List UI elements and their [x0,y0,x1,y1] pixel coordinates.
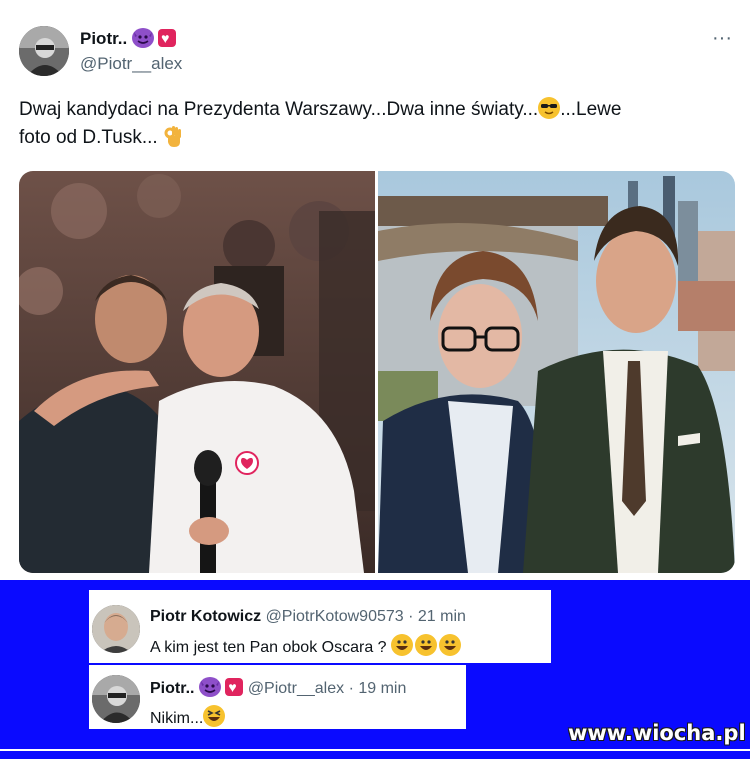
reply-author-name[interactable]: Piotr.. [150,680,194,697]
reply-timestamp[interactable]: · 21 min [408,608,466,625]
author-handle[interactable]: @Piotr__alex [80,54,182,74]
right-photo[interactable] [378,171,735,573]
reply-avatar-image [92,675,140,723]
reply-header: Piotr Kotowicz @PiotrKotow90573 · 21 min [150,608,466,626]
more-icon: ··· [712,27,732,49]
reply-card[interactable]: Piotr.. @Piotr__alex · 19 min Nikim... [89,665,466,729]
smiling-devil-icon [131,28,154,48]
reply-avatar[interactable] [92,675,140,723]
reply-text-content: A kim jest ten Pan obok Oscara ? [150,639,387,656]
reply-avatar-image [92,605,140,653]
post-text-line1: Dwaj kandydaci na Prezydenta Warszawy...… [19,99,539,120]
post-card: Piotr.. @Piotr__alex ··· Dwaj kandydaci … [0,0,750,580]
post-text: Dwaj kandydaci na Prezydenta Warszawy...… [19,96,729,152]
reply-card[interactable]: Piotr Kotowicz @PiotrKotow90573 · 21 min… [89,590,551,663]
banner-bottom-line [0,749,750,751]
heart-icon [158,29,177,47]
smiling-devil-icon [198,677,221,697]
laughing-face-icon [203,705,226,727]
sunglasses-face-icon [538,97,561,119]
author-name-row: Piotr.. [80,28,177,52]
post-text-line2: foto od D.Tusk... [19,127,158,148]
reply-author-name[interactable]: Piotr Kotowicz [150,608,261,625]
reply-author-handle[interactable]: @PiotrKotow90573 [266,608,404,625]
post-media[interactable] [19,171,735,573]
reply-avatar[interactable] [92,605,140,653]
post-text-line1-tail: ...Lewe [560,99,622,120]
reply-author-handle[interactable]: @Piotr__alex [248,680,344,697]
ok-hand-icon [163,124,183,148]
grinning-face-icon [391,634,414,656]
reply-text: A kim jest ten Pan obok Oscara ? [150,634,462,657]
reply-text: Nikim... [150,705,226,728]
reply-header: Piotr.. @Piotr__alex · 19 min [150,677,406,698]
watermark: www.wiocha.pl [568,721,746,745]
more-options-button[interactable]: ··· [708,28,736,48]
grinning-face-icon [415,634,438,656]
avatar-image [19,26,69,76]
grinning-face-icon [439,634,462,656]
left-photo[interactable] [19,171,375,573]
reply-timestamp[interactable]: · 19 min [349,680,407,697]
author-name[interactable]: Piotr.. [80,29,127,48]
heart-icon [225,678,244,696]
reply-text-content: Nikim... [150,710,204,727]
avatar[interactable] [19,26,69,76]
